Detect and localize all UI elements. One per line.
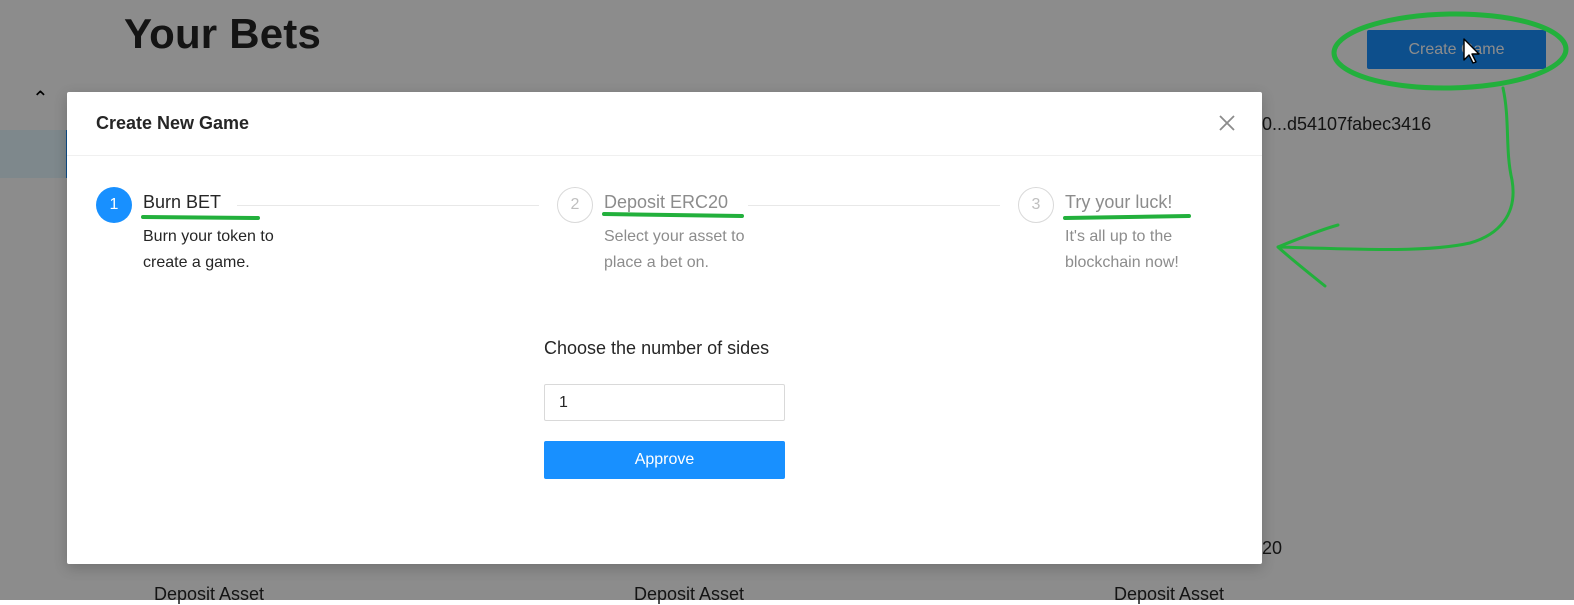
step-number: 2 [557, 187, 593, 223]
step-description: It's all up to the blockchain now! [1065, 228, 1179, 271]
sides-input[interactable] [544, 384, 785, 421]
step-connector [237, 205, 539, 206]
step-number: 1 [96, 187, 132, 223]
step-title: Try your luck! [1065, 192, 1173, 212]
sides-label: Choose the number of sides [544, 338, 770, 358]
modal-title: Create New Game [96, 113, 250, 133]
step-number: 3 [1018, 187, 1054, 223]
modal-close-button[interactable] [1214, 110, 1240, 136]
step-title: Burn BET [143, 192, 222, 212]
step-description: Burn your token to create a game. [143, 228, 274, 271]
step-connector [748, 205, 1000, 206]
close-icon [1219, 115, 1235, 131]
modal-header: Create New Game [67, 92, 1262, 156]
approve-button[interactable]: Approve [544, 441, 785, 479]
create-game-modal: Create New Game 1 Burn BET Burn your tok… [67, 92, 1262, 564]
step-title: Deposit ERC20 [604, 192, 729, 212]
step-description: Select your asset to place a bet on. [604, 228, 745, 271]
